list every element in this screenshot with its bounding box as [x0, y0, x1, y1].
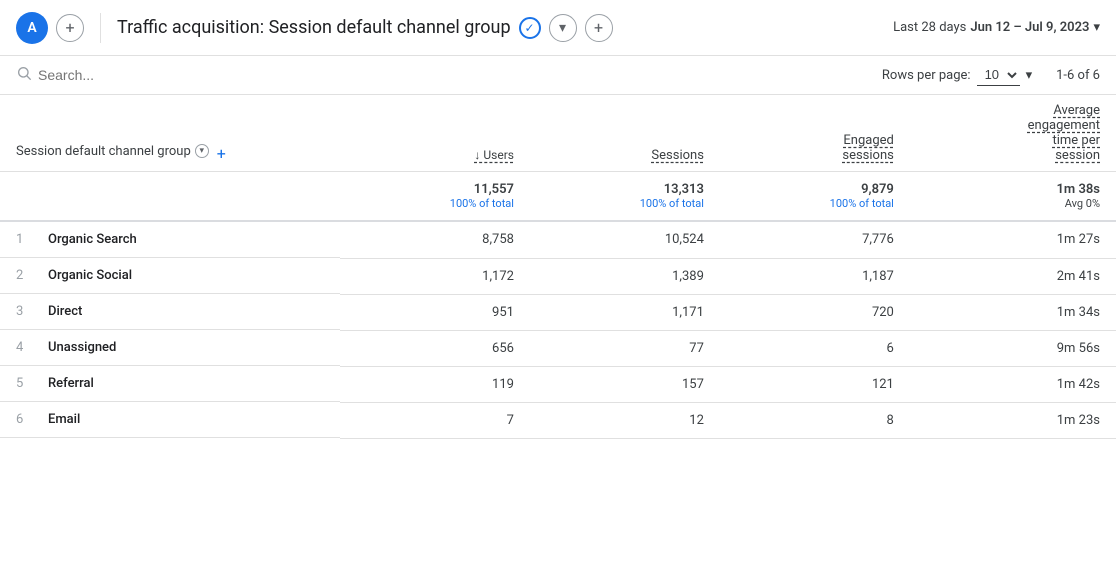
row-dimension-4: 4 Unassigned: [0, 330, 340, 366]
row-avg-1: 1m 27s: [910, 221, 1116, 258]
table-row: 2 Organic Social 1,172 1,389 1,187 2m 41…: [0, 258, 1116, 294]
data-table-container: Session default channel group ▾ + ↓ User…: [0, 95, 1116, 439]
date-dropdown-icon: ▾: [1093, 20, 1100, 35]
add-tab-button[interactable]: +: [56, 14, 84, 42]
row-label: Organic Social: [48, 268, 132, 283]
row-users-3: 951: [340, 294, 530, 330]
row-sessions-4: 77: [530, 330, 720, 366]
search-icon: [16, 65, 32, 85]
add-report-button[interactable]: +: [585, 14, 613, 42]
search-input[interactable]: [38, 67, 238, 83]
totals-users: 11,557 100% of total: [340, 172, 530, 222]
dropdown-arrow-icon: ▾: [1026, 68, 1033, 83]
row-dimension-2: 2 Organic Social: [0, 258, 340, 294]
row-dimension-3: 3 Direct: [0, 294, 340, 330]
date-label: Last 28 days: [893, 20, 966, 35]
row-number: 6: [16, 412, 32, 427]
row-label: Referral: [48, 376, 94, 391]
totals-engaged: 9,879 100% of total: [720, 172, 910, 222]
row-users-2: 1,172: [340, 258, 530, 294]
rows-per-page-label: Rows per page:: [882, 68, 971, 83]
verified-icon: ✓: [519, 17, 541, 39]
title-dropdown-button[interactable]: ▾: [549, 14, 577, 42]
row-number: 3: [16, 304, 32, 319]
date-range-text: Jun 12 – Jul 9, 2023: [970, 20, 1089, 35]
row-users-6: 7: [340, 402, 530, 438]
col-header-engaged-sessions: Engagedsessions: [720, 95, 910, 172]
table-row: 5 Referral 119 157 121 1m 42s: [0, 366, 1116, 402]
row-engaged-2: 1,187: [720, 258, 910, 294]
page-title: Traffic acquisition: Session default cha…: [117, 14, 613, 42]
totals-avg: 1m 38s Avg 0%: [910, 172, 1116, 222]
table-row: 1 Organic Search 8,758 10,524 7,776 1m 2…: [0, 221, 1116, 258]
row-engaged-5: 121: [720, 366, 910, 402]
col-header-users: ↓ Users: [340, 95, 530, 172]
row-sessions-2: 1,389: [530, 258, 720, 294]
table-row: 3 Direct 951 1,171 720 1m 34s: [0, 294, 1116, 330]
toolbar-row: Rows per page: 10 25 50 ▾ 1-6 of 6: [0, 56, 1116, 95]
avatar: A: [16, 12, 48, 44]
dimension-header-label: Session default channel group: [16, 144, 191, 159]
table-header-row: Session default channel group ▾ + ↓ User…: [0, 95, 1116, 172]
totals-dimension: [0, 172, 340, 222]
row-avg-2: 2m 41s: [910, 258, 1116, 294]
row-engaged-4: 6: [720, 330, 910, 366]
row-label: Direct: [48, 304, 82, 319]
search-box: [16, 65, 870, 85]
pagination-info: 1-6 of 6: [1056, 68, 1100, 83]
row-avg-5: 1m 42s: [910, 366, 1116, 402]
row-sessions-6: 12: [530, 402, 720, 438]
row-number: 1: [16, 232, 32, 247]
header-bar: A + Traffic acquisition: Session default…: [0, 0, 1116, 56]
totals-row: 11,557 100% of total 13,313 100% of tota…: [0, 172, 1116, 222]
col-header-dimension: Session default channel group ▾ +: [0, 95, 340, 172]
row-label: Organic Search: [48, 232, 137, 247]
filter-icon[interactable]: ▾: [195, 144, 209, 158]
row-engaged-1: 7,776: [720, 221, 910, 258]
row-number: 5: [16, 376, 32, 391]
table-row: 6 Email 7 12 8 1m 23s: [0, 402, 1116, 438]
row-avg-4: 9m 56s: [910, 330, 1116, 366]
row-label: Unassigned: [48, 340, 116, 355]
col-header-sessions: Sessions: [530, 95, 720, 172]
row-engaged-6: 8: [720, 402, 910, 438]
row-avg-3: 1m 34s: [910, 294, 1116, 330]
header-divider: [100, 13, 101, 43]
date-range-selector[interactable]: Last 28 days Jun 12 – Jul 9, 2023 ▾: [893, 20, 1100, 35]
row-users-4: 656: [340, 330, 530, 366]
row-avg-6: 1m 23s: [910, 402, 1116, 438]
row-dimension-1: 1 Organic Search: [0, 222, 340, 258]
table-row: 4 Unassigned 656 77 6 9m 56s: [0, 330, 1116, 366]
totals-sessions: 13,313 100% of total: [530, 172, 720, 222]
add-column-button[interactable]: +: [217, 144, 226, 163]
row-engaged-3: 720: [720, 294, 910, 330]
rows-per-page-control: Rows per page: 10 25 50 ▾: [882, 64, 1032, 86]
row-sessions-5: 157: [530, 366, 720, 402]
row-label: Email: [48, 412, 80, 427]
row-users-5: 119: [340, 366, 530, 402]
row-users-1: 8,758: [340, 221, 530, 258]
row-sessions-3: 1,171: [530, 294, 720, 330]
row-sessions-1: 10,524: [530, 221, 720, 258]
row-number: 2: [16, 268, 32, 283]
col-header-avg-engagement: Averageengagementtime persession: [910, 95, 1116, 172]
row-number: 4: [16, 340, 32, 355]
row-dimension-5: 5 Referral: [0, 366, 340, 402]
data-table: Session default channel group ▾ + ↓ User…: [0, 95, 1116, 439]
row-dimension-6: 6 Email: [0, 402, 340, 438]
rows-per-page-select[interactable]: 10 25 50: [977, 64, 1020, 86]
